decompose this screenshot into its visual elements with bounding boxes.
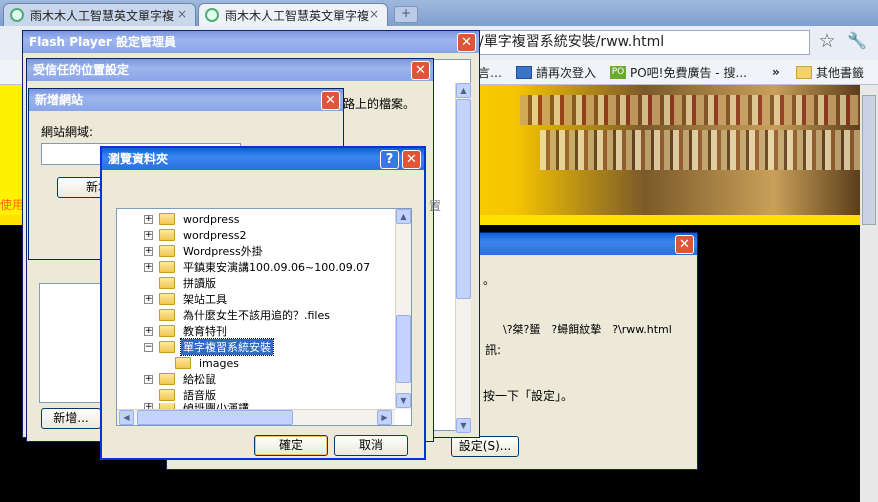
tree-item-selected[interactable]: − 單字複習系統安裝	[144, 338, 274, 356]
folder-icon	[159, 373, 175, 385]
tree-vertical-scrollbar[interactable]: ▲ ▼	[395, 209, 411, 409]
close-tab-icon[interactable]: ×	[177, 7, 187, 21]
browser-tab-2[interactable]: 雨木木人工智慧英文單字複 ×	[198, 3, 388, 26]
close-icon[interactable]: ✕	[457, 33, 476, 52]
dialog-titlebar: Flash Player 設定管理員	[23, 31, 479, 53]
site-domain-label: 網站網域:	[41, 125, 94, 139]
scroll-up-icon[interactable]: ▲	[456, 83, 471, 98]
tree-item[interactable]: 為什麼女生不該用追的？.files	[159, 307, 332, 323]
scroll-down-icon[interactable]: ▼	[396, 393, 411, 408]
folder-tree[interactable]: + wordpress + wordpress2 + Wordpress外掛 +…	[116, 208, 412, 426]
folder-open-icon	[159, 341, 175, 353]
tree-item[interactable]: 拼讀版	[159, 275, 218, 291]
folder-icon	[159, 277, 175, 289]
dialog-titlebar: 新增網站	[29, 89, 343, 111]
dialog-titlebar: 瀏覽資料夾	[102, 148, 424, 170]
bookmark-item-login[interactable]: 請再次登入	[516, 62, 596, 82]
tree-item[interactable]: 語音版	[159, 387, 218, 403]
tree-item[interactable]: + wordpress2	[144, 227, 249, 243]
mail-icon	[516, 65, 532, 79]
folder-icon	[159, 245, 175, 257]
folder-icon	[159, 213, 175, 225]
scroll-thumb[interactable]	[396, 315, 411, 383]
expand-icon[interactable]: +	[144, 230, 153, 240]
close-icon[interactable]: ✕	[411, 61, 430, 80]
tree-item[interactable]: + 給松鼠	[144, 371, 218, 387]
new-tab-button[interactable]: +	[394, 6, 418, 23]
po-icon: PO	[610, 65, 626, 79]
add-button[interactable]: 新增...	[41, 408, 101, 429]
manager-scrollbar[interactable]: ▲ ▼	[455, 83, 471, 433]
close-tab-icon[interactable]: ×	[369, 7, 379, 21]
tab-title: 雨木木人工智慧英文單字複	[30, 8, 175, 23]
file-path-text: \?桀?蜑 ?蟳餌紋摯 ?\rww.html	[503, 323, 672, 336]
ok-button[interactable]: 確定	[254, 435, 328, 456]
tree-item[interactable]: + 平鎮東安演講100.09.06~100.09.07	[144, 259, 372, 275]
expand-icon[interactable]: +	[144, 214, 153, 224]
expand-icon[interactable]: +	[144, 374, 153, 384]
bookmarks-overflow-chevron[interactable]: »	[772, 62, 780, 82]
tree-item[interactable]: + 架站工具	[144, 291, 229, 307]
tree-item[interactable]: images	[175, 355, 241, 371]
close-icon[interactable]: ✕	[402, 150, 421, 169]
folder-icon	[159, 325, 175, 337]
browse-folder-dialog: 瀏覽資料夾 ? ✕ + wordpress + wordpress2 + Wor…	[100, 146, 426, 460]
scroll-right-icon[interactable]: ▶	[377, 410, 392, 425]
bookmark-star-icon[interactable]: ☆	[816, 30, 838, 54]
browser-tab-1[interactable]: 雨木木人工智慧英文單字複 ×	[3, 3, 196, 26]
folder-icon	[175, 357, 191, 369]
tree-item[interactable]: + wordpress	[144, 211, 242, 227]
bookshelf-decoration	[540, 130, 860, 170]
expand-icon[interactable]: +	[144, 294, 153, 304]
tab-title: 雨木木人工智慧英文單字複	[225, 8, 370, 23]
scroll-left-icon[interactable]: ◀	[119, 410, 134, 425]
tree-item[interactable]: + 教育特刊	[144, 323, 229, 339]
close-icon[interactable]: ✕	[321, 91, 340, 110]
bookmark-item-1[interactable]: 言…	[478, 62, 502, 82]
bookmark-folder-other[interactable]: 其他書籤	[796, 62, 864, 82]
expand-icon[interactable]: +	[144, 262, 153, 272]
help-icon[interactable]: ?	[380, 150, 399, 169]
bookmark-item-po[interactable]: PO PO吧!免費廣告 - 搜...	[610, 62, 747, 82]
folder-icon	[159, 293, 175, 305]
bookshelf-decoration	[520, 95, 860, 125]
tree-item[interactable]: + Wordpress外掛	[144, 243, 265, 259]
folder-icon	[159, 261, 175, 273]
folder-icon	[159, 229, 175, 241]
folder-icon	[159, 309, 175, 321]
scroll-down-icon[interactable]: ▼	[456, 418, 471, 433]
address-bar[interactable]: /單字複習系統安裝/rww.html	[470, 30, 810, 55]
tree-horizontal-scrollbar[interactable]: ◀ ▶	[117, 409, 395, 425]
expand-icon[interactable]: +	[144, 326, 153, 336]
dialog-titlebar: 受信任的位置設定	[27, 59, 433, 81]
wrench-menu-icon[interactable]: 🔧	[846, 31, 868, 53]
scroll-up-icon[interactable]: ▲	[396, 209, 411, 224]
page-favicon-icon	[205, 8, 219, 22]
folder-icon	[796, 65, 812, 79]
page-favicon-icon	[10, 8, 24, 22]
page-left-link[interactable]: 使用	[0, 196, 24, 213]
scroll-thumb[interactable]	[137, 410, 293, 425]
cancel-button[interactable]: 取消	[334, 435, 408, 456]
settings-button[interactable]: 設定(S)...	[451, 436, 519, 457]
page-scrollbar-thumb[interactable]	[862, 95, 876, 225]
scroll-thumb[interactable]	[456, 99, 471, 299]
close-icon[interactable]: ✕	[675, 235, 694, 254]
folder-icon	[159, 389, 175, 401]
collapse-icon[interactable]: −	[144, 342, 153, 352]
expand-icon[interactable]: +	[144, 246, 153, 256]
